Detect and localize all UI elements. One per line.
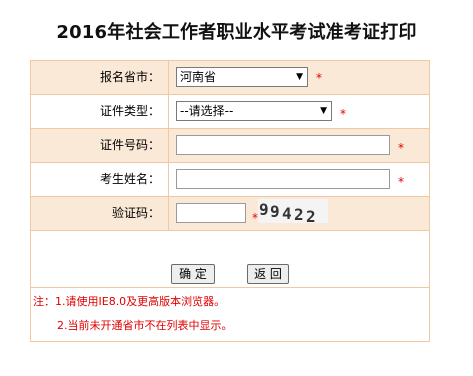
province-select[interactable]: 河南省 ▼: [176, 67, 308, 87]
captcha-label: 验证码：: [31, 197, 169, 230]
province-label: 报名省市：: [31, 61, 169, 94]
page-title: 2016年社会工作者职业水平考试准考证打印: [56, 22, 417, 43]
chevron-down-icon: ▼: [320, 106, 327, 116]
name-label: 考生姓名：: [31, 163, 169, 196]
confirm-button[interactable]: 确 定: [171, 264, 215, 284]
row-name: 考生姓名： *: [31, 163, 429, 197]
required-mark: *: [316, 71, 322, 85]
captcha-char: 2: [294, 205, 304, 224]
name-input[interactable]: [176, 169, 390, 189]
captcha-char: 2: [306, 207, 316, 226]
row-captcha: 验证码： * 9 9 4 2 2: [31, 197, 429, 231]
id-type-select-value: --请选择--: [180, 104, 234, 118]
province-select-value: 河南省: [180, 70, 217, 84]
id-type-label: 证件类型：: [31, 95, 169, 128]
row-id-number: 证件号码： *: [31, 129, 429, 163]
back-button[interactable]: 返 回: [247, 264, 289, 284]
note-line-2: 2.当前未开通省市不在列表中显示。: [57, 319, 233, 332]
row-id-type: 证件类型： --请选择-- ▼ *: [31, 95, 429, 129]
id-number-input[interactable]: [176, 135, 390, 155]
captcha-char: 9: [270, 202, 280, 221]
required-mark: *: [340, 107, 346, 121]
required-mark: *: [398, 141, 404, 155]
captcha-input[interactable]: [176, 203, 246, 223]
id-number-label: 证件号码：: [31, 129, 169, 162]
captcha-char: 4: [282, 204, 292, 223]
admission-form: 报名省市： 河南省 ▼ * 证件类型： --请选择-- ▼ * 证件号码： *: [30, 60, 430, 342]
divider: [31, 287, 429, 288]
chevron-down-icon: ▼: [296, 72, 303, 82]
required-mark: *: [398, 175, 404, 189]
captcha-image[interactable]: 9 9 4 2 2: [258, 199, 328, 226]
row-province: 报名省市： 河南省 ▼ *: [31, 61, 429, 95]
note-line-1: 注：1.请使用IE8.0及更高版本浏览器。: [33, 295, 226, 308]
captcha-char: 9: [259, 200, 269, 219]
id-type-select[interactable]: --请选择-- ▼: [176, 101, 332, 121]
